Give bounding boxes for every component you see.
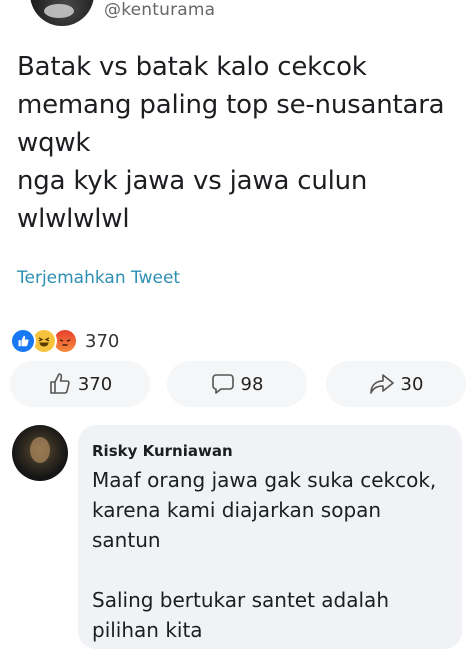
share-count: 30	[400, 373, 424, 395]
share-icon	[369, 374, 394, 394]
post-header: @kenturama	[0, 0, 474, 34]
comment-text: Maaf orang jawa gak suka cekcok, karena …	[92, 468, 437, 642]
comment-button[interactable]: 98	[167, 361, 307, 407]
like-button[interactable]: 370	[10, 361, 150, 407]
comment-count: 98	[240, 373, 264, 395]
comment-icon	[211, 374, 234, 394]
post-text: Batak vs batak kalo cekcok memang paling…	[17, 52, 445, 234]
poster-handle[interactable]: @kenturama	[104, 0, 215, 20]
commenter-avatar[interactable]	[12, 425, 68, 481]
reactions-summary[interactable]: 370	[10, 326, 119, 356]
translate-tweet-link[interactable]: Terjemahkan Tweet	[17, 268, 180, 288]
reaction-count: 370	[85, 330, 120, 352]
like-icon	[10, 328, 36, 354]
share-button[interactable]: 30	[326, 361, 466, 407]
poster-avatar[interactable]	[30, 0, 94, 26]
commenter-name[interactable]: Risky Kurniawan	[92, 442, 233, 460]
comment-bubble: Risky Kurniawan Maaf orang jawa gak suka…	[78, 425, 462, 649]
like-count: 370	[77, 373, 113, 395]
thumbs-up-icon	[50, 373, 70, 394]
post-actions: 370 98 30	[0, 361, 474, 411]
